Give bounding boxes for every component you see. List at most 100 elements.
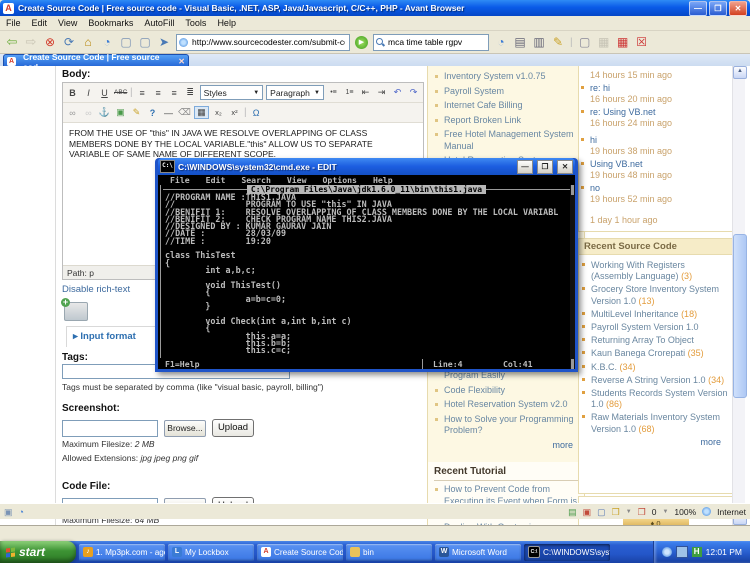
history-icon[interactable]: ◔ — [100, 35, 114, 49]
address-input[interactable] — [190, 36, 347, 48]
forum-entry[interactable]: hi 19 hours 38 min ago — [581, 135, 730, 157]
taskbar-task-lockbox[interactable]: L My Lockbox — [168, 544, 254, 561]
italic-icon[interactable]: I — [82, 88, 95, 98]
forum-entry[interactable]: 14 hours 15 min ago — [581, 70, 730, 81]
edit-menu-options[interactable]: Options — [322, 175, 357, 185]
forum-title[interactable]: Using VB.net — [581, 159, 730, 170]
cmd-titlebar[interactable]: C:\ C:\WINDOWS\system32\cmd.exe - EDIT —… — [158, 158, 575, 175]
more-link[interactable]: more — [435, 440, 581, 450]
forum-entry[interactable]: Using VB.net 19 hours 48 min ago — [581, 159, 730, 181]
status-flash-icon[interactable]: ▣ — [583, 507, 592, 517]
cmd-edit-window[interactable]: C:\ C:\WINDOWS\system32\cmd.exe - EDIT —… — [155, 158, 578, 372]
back-icon[interactable]: ⇦ — [5, 35, 19, 49]
caret-icon[interactable]: ▼ — [626, 507, 632, 517]
tray-update-icon[interactable] — [662, 547, 672, 557]
forum-title[interactable]: hi — [581, 135, 730, 146]
edit-menu-search[interactable]: Search — [241, 175, 271, 185]
insert-image-icon[interactable]: ▣ — [114, 107, 127, 118]
source-item[interactable]: Reverse A String Version 1.0 (34) — [582, 375, 729, 386]
close-button[interactable]: ✕ — [729, 1, 747, 16]
strikethrough-icon[interactable]: ABC — [114, 89, 127, 96]
styles-select[interactable]: Styles ▼ — [200, 85, 264, 100]
stop-icon[interactable]: ⊗ — [43, 35, 57, 49]
page-zoom-icon[interactable]: ▤ — [513, 35, 527, 49]
indent-icon[interactable]: ⇥ — [375, 87, 388, 98]
menu-help[interactable]: Help — [217, 18, 236, 28]
zoom-level[interactable]: 100% — [674, 507, 696, 517]
taskbar-task-bin-folder[interactable]: bin — [346, 544, 432, 561]
table-icon[interactable]: ▦ — [194, 106, 209, 119]
pointer-icon[interactable]: ➤ — [157, 35, 171, 49]
window-layout-icon[interactable]: ▢ — [119, 35, 133, 49]
status-globe-icon[interactable]: ◔ — [19, 507, 24, 517]
forum-entry[interactable]: re: Using VB.net 16 hours 24 min ago — [581, 107, 730, 129]
source-item[interactable]: Working With Registers (Assembly Languag… — [582, 260, 729, 282]
taskbar-task-browser[interactable]: A Create Source Code... — [257, 544, 343, 561]
menu-autofill[interactable]: AutoFill — [144, 18, 174, 28]
edit-scrollbar[interactable] — [570, 185, 575, 369]
edit-file-window[interactable]: C:\Program Files\Java\jdk1.6.0_11\bin\th… — [160, 185, 573, 358]
tray-display-icon[interactable] — [676, 546, 688, 558]
tab-close-icon[interactable]: ✕ — [178, 57, 185, 66]
input-format-toggle[interactable]: ▸ Input format — [73, 331, 136, 342]
edit-help-hint[interactable]: F1=Help — [160, 359, 422, 369]
cleanup-icon[interactable]: ✎ — [130, 107, 143, 118]
forum-title[interactable]: re: Using VB.net — [581, 107, 730, 118]
status-download-icon[interactable]: ▤ — [568, 507, 577, 517]
superscript-icon[interactable]: x² — [228, 108, 241, 117]
address-bar[interactable] — [176, 34, 350, 51]
list-item[interactable]: Hotel Reservation System v2.0 — [435, 399, 581, 411]
close-all-icon[interactable]: ☒ — [635, 35, 649, 49]
screenshot-browse-button[interactable]: Browse... — [164, 420, 206, 437]
bold-icon[interactable]: B — [66, 88, 79, 98]
bullet-list-icon[interactable]: •≡ — [327, 89, 340, 96]
outdent-icon[interactable]: ⇤ — [359, 87, 372, 98]
source-item[interactable]: Returning Array To Object — [582, 335, 729, 346]
clock[interactable]: 12:01 PM — [706, 547, 742, 557]
browser-titlebar[interactable]: A Create Source Code | Free source code … — [0, 0, 750, 16]
cmd-maximize-button[interactable]: ❐ — [537, 160, 553, 174]
search-input[interactable] — [386, 36, 486, 48]
menu-tools[interactable]: Tools — [185, 18, 206, 28]
scrollbar-thumb[interactable] — [733, 234, 747, 398]
status-lock-icon[interactable]: ❒ — [612, 507, 620, 517]
edit-menu-view[interactable]: View — [287, 175, 307, 185]
source-item[interactable]: Kaun Banega Crorepati (35) — [582, 348, 729, 359]
anchor-icon[interactable]: ⚓ — [98, 107, 111, 118]
link-icon[interactable]: ∞ — [66, 108, 79, 118]
list-item[interactable]: How to Solve your Programming Problem? — [435, 414, 581, 437]
status-monitor-icon[interactable]: ▢ — [597, 507, 606, 517]
edit-menu-edit[interactable]: Edit — [206, 175, 226, 185]
go-button[interactable]: ▶ — [355, 36, 368, 49]
special-char-icon[interactable]: Ω — [250, 108, 263, 118]
page-preview-icon[interactable]: ▥ — [532, 35, 546, 49]
source-item[interactable]: MultiLevel Inheritance (18) — [582, 309, 729, 320]
scroll-up-icon[interactable]: ▲ — [733, 66, 747, 79]
window-split-icon[interactable]: ▢ — [138, 35, 152, 49]
forum-title[interactable]: re: hi — [581, 83, 730, 94]
forum-entry[interactable]: 1 day 1 hour ago — [581, 215, 730, 226]
highlighter-icon[interactable]: ✎ — [551, 35, 565, 49]
search-go-icon[interactable]: ◔ — [494, 35, 508, 49]
list-item[interactable]: Payroll System — [435, 86, 580, 98]
caret-icon[interactable]: ▼ — [662, 507, 668, 517]
taskbar-task-cmd[interactable]: C:\ C:\WINDOWS\syste... — [524, 544, 610, 561]
undo-icon[interactable]: ↶ — [391, 87, 404, 98]
edit-menu-file[interactable]: File — [170, 175, 190, 185]
popup-blocker-icon[interactable]: ❐ — [638, 507, 646, 517]
underline-icon[interactable]: U — [98, 88, 111, 98]
align-justify-icon[interactable]: ≣ — [184, 87, 197, 98]
page-scrollbar[interactable]: ▲ ▼ — [732, 66, 745, 525]
redo-icon[interactable]: ↷ — [407, 87, 420, 98]
disable-richtext-link[interactable]: Disable rich-text — [62, 284, 130, 295]
status-page-icon[interactable]: ▣ — [4, 507, 13, 517]
edit-screen[interactable]: File Edit Search View Options Help C:\Pr… — [158, 175, 575, 369]
forum-entry[interactable]: no 19 hours 52 min ago — [581, 183, 730, 205]
forum-title[interactable]: no — [581, 183, 730, 194]
forward-icon[interactable]: ⇨ — [24, 35, 38, 49]
align-right-icon[interactable]: ≡ — [168, 88, 181, 98]
source-item[interactable]: Students Records System Version 1.0 (86) — [582, 388, 729, 410]
start-button[interactable]: start — [0, 541, 76, 563]
cmd-minimize-button[interactable]: — — [517, 160, 533, 174]
refresh-icon[interactable]: ⟳ — [62, 35, 76, 49]
